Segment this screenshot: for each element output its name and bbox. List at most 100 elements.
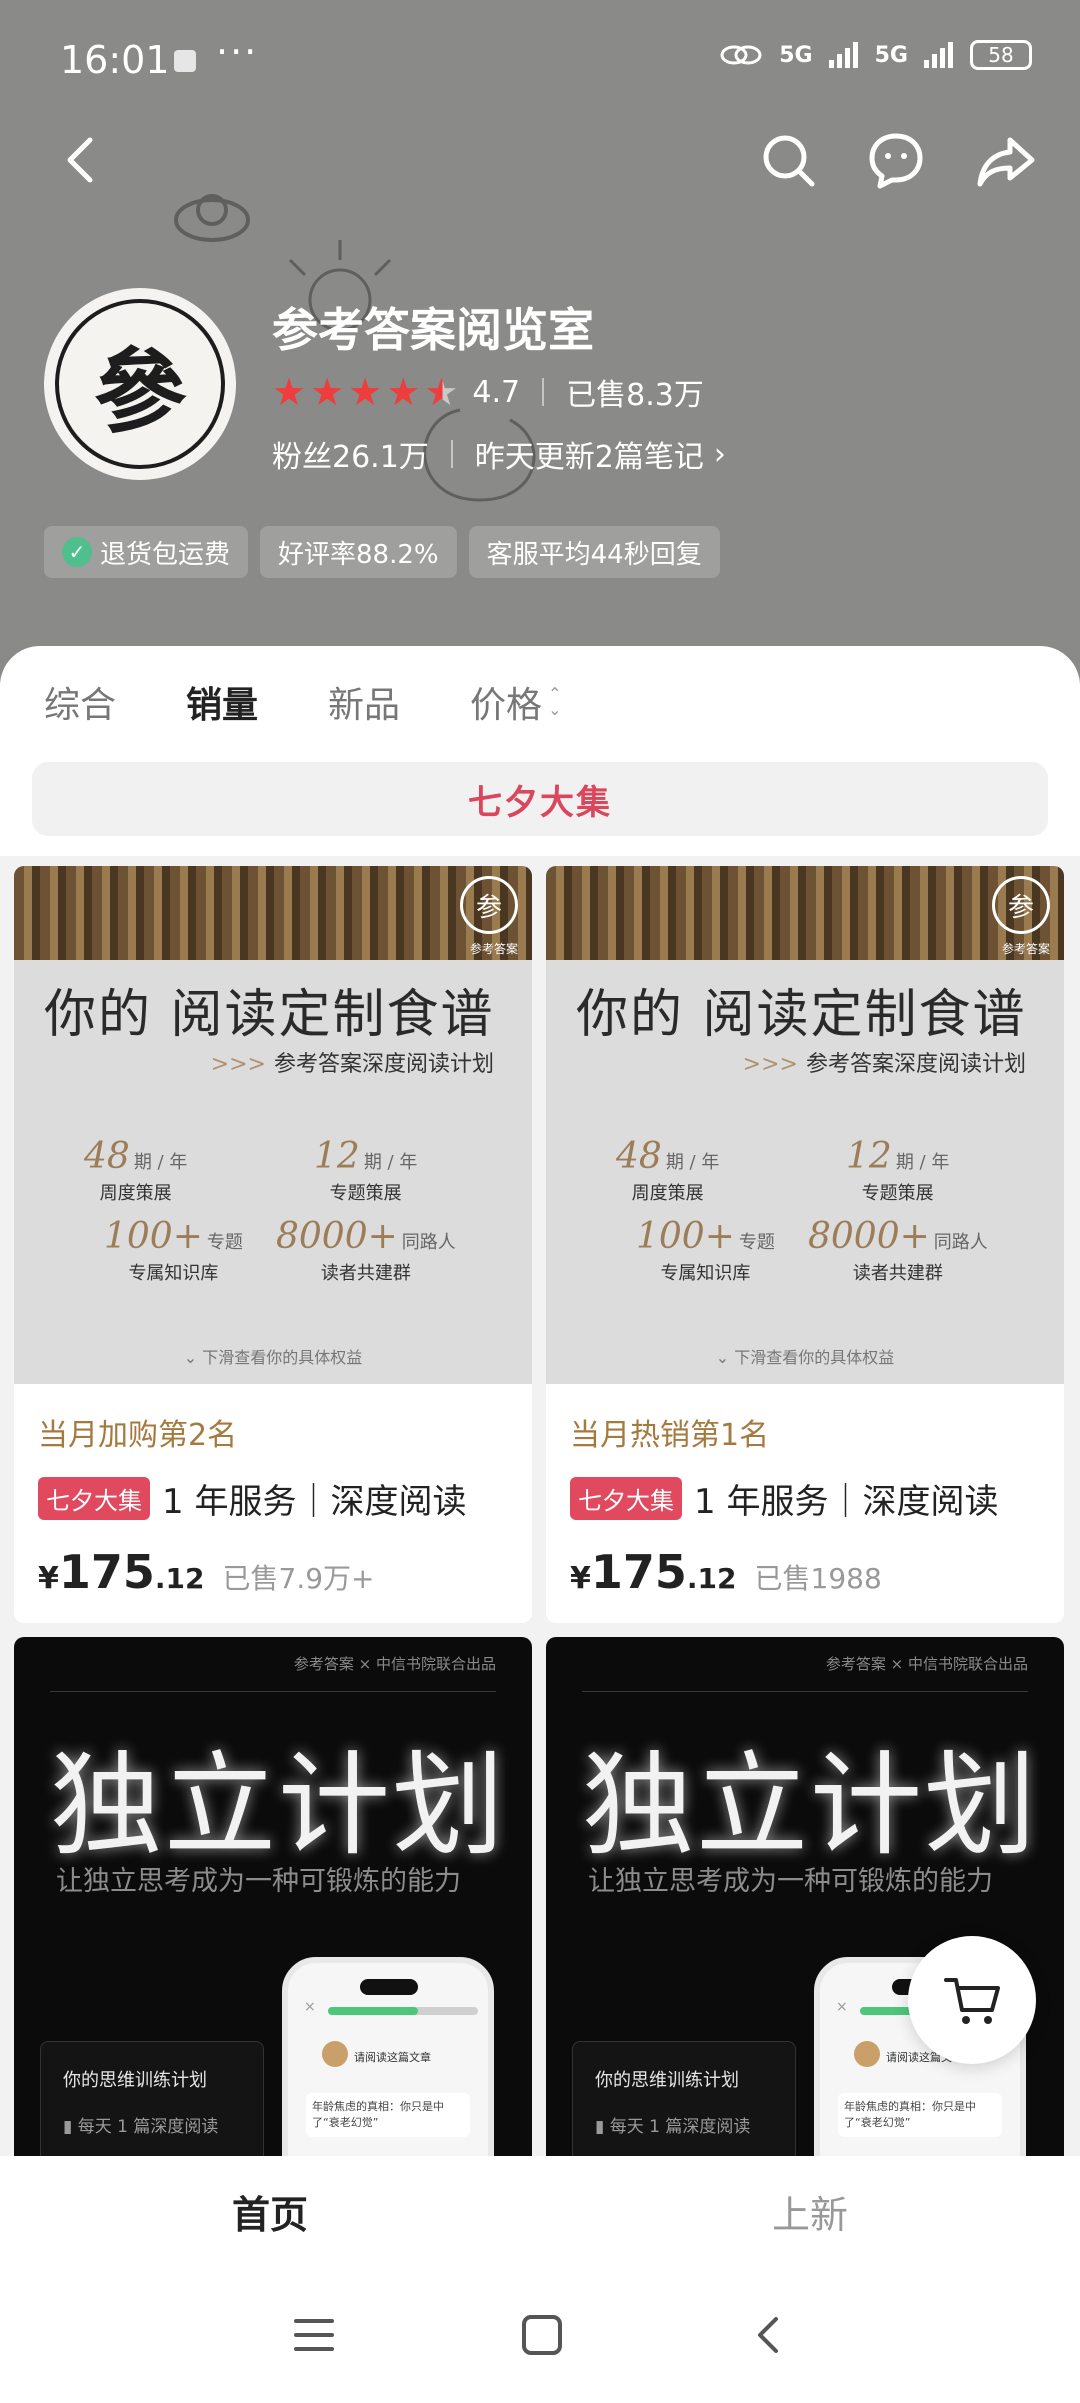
tab-new[interactable]: 新品 bbox=[328, 676, 400, 728]
promo-bar[interactable]: 七夕大集 bbox=[32, 762, 1048, 836]
phone-heading: 请阅读这篇文章 bbox=[354, 2051, 431, 2064]
back-arrow-icon[interactable] bbox=[52, 130, 112, 190]
shop-sold: 已售8.3万 bbox=[566, 378, 704, 413]
product-info: 当月热销第1名 七夕大集 1 年服务｜深度阅读 ¥ 175 .12 已售1988 bbox=[546, 1384, 1064, 1623]
phone-text: 年龄焦虑的真相：你只是中了“衰老幻觉” bbox=[306, 2093, 470, 2137]
battery-icon: 58 bbox=[970, 40, 1032, 70]
brand-logo: 参 bbox=[992, 876, 1050, 934]
brand-logo: 参 bbox=[460, 876, 518, 934]
badge-good-rate[interactable]: 好评率88.2% bbox=[260, 526, 457, 578]
star-icon: ★ bbox=[386, 370, 421, 414]
half-star-icon: ★ bbox=[424, 370, 459, 414]
image-stat: 48 期 / 年周度策展 bbox=[616, 1136, 720, 1204]
chevron-right-icon: › bbox=[713, 436, 726, 472]
library-photo: 参 参考答案 bbox=[546, 866, 1064, 960]
product-grid: 参 参考答案 你的 阅读定制食谱 >>> 参考答案深度阅读计划 48 期 / 年周度… bbox=[14, 866, 1066, 2156]
system-nav-bar bbox=[0, 2266, 1080, 2403]
panel-top: 综合 销量 新品 价格 ⌃ ⌄ 七夕大集 bbox=[0, 646, 1080, 856]
price-decimal: .12 bbox=[686, 1562, 737, 1595]
image-top-text: 参考答案 × 中信书院联合出品 bbox=[825, 1655, 1028, 1673]
star-icon: ★ bbox=[310, 370, 345, 414]
image-stat: 12 期 / 年专题策展 bbox=[314, 1136, 418, 1204]
product-image[interactable]: 参 参考答案 你的 阅读定制食谱 >>> 参考答案深度阅读计划 48 期 / 年周度… bbox=[546, 866, 1064, 1384]
tab-new-arrivals[interactable]: 上新 bbox=[540, 2156, 1080, 2266]
bottom-tab-bar: 首页 上新 bbox=[0, 2156, 1080, 2266]
brand-logo-text: 参考答案 bbox=[1001, 942, 1050, 956]
product-title: 1 年服务｜深度阅读 bbox=[162, 1482, 467, 1522]
image-subtitle: 让独立思考成为一种可锻炼的能力 bbox=[588, 1866, 993, 1897]
image-title: 你的 阅读定制食谱 bbox=[44, 985, 495, 1045]
close-icon: × bbox=[836, 1999, 848, 2015]
home-square-icon[interactable] bbox=[520, 2313, 564, 2357]
shop-header: 16:01 ··· 5G 5G 58 參 参考答案阅览室 ★ ★ ★ ★ ★ 4… bbox=[0, 0, 1080, 700]
product-card[interactable]: 参考答案 × 中信书院联合出品 独立计划 让独立思考成为一种可锻炼的能力 你的思… bbox=[546, 1637, 1064, 2156]
sold-count: 已售1988 bbox=[754, 1562, 882, 1595]
progress-bar bbox=[328, 2007, 478, 2015]
chat-icon[interactable] bbox=[866, 130, 926, 190]
image-stat: 100+ 专题 专属知识库 bbox=[636, 1216, 775, 1284]
search-icon[interactable] bbox=[758, 130, 818, 190]
shop-name: 参考答案阅览室 bbox=[272, 303, 594, 357]
plan-card: 你的思维训练计划 ▮ 每天 1 篇深度阅读 bbox=[572, 2041, 796, 2156]
tab-sales[interactable]: 销量 bbox=[186, 676, 258, 728]
plan-title: 你的思维训练计划 bbox=[595, 2070, 739, 2091]
product-card[interactable]: 参考答案 × 中信书院联合出品 独立计划 让独立思考成为一种可锻炼的能力 你的思… bbox=[14, 1637, 532, 2156]
image-stat: 48 期 / 年周度策展 bbox=[84, 1136, 188, 1204]
cart-icon bbox=[944, 1978, 1000, 2024]
fans-row[interactable]: 粉丝26.1万 昨天更新2篇笔记 › bbox=[272, 432, 726, 476]
phone-text: 年龄焦虑的真相：你只是中了“衰老幻觉” bbox=[838, 2093, 1002, 2137]
product-info: 当月加购第2名 七夕大集 1 年服务｜深度阅读 ¥ 175 .12 已售7.9万… bbox=[14, 1384, 532, 1623]
image-stat: 12 期 / 年专题策展 bbox=[846, 1136, 950, 1204]
avatar bbox=[854, 2041, 880, 2067]
image-top-text: 参考答案 × 中信书院联合出品 bbox=[293, 1655, 496, 1673]
promo-tag: 七夕大集 bbox=[570, 1477, 682, 1520]
library-photo: 参 参考答案 bbox=[14, 866, 532, 960]
badge-free-return[interactable]: ✓ 退货包运费 bbox=[44, 526, 249, 578]
rank-label: 当月加购第2名 bbox=[38, 1418, 238, 1453]
currency: ¥ bbox=[38, 1561, 59, 1596]
product-title-row: 七夕大集 1 年服务｜深度阅读 bbox=[570, 1474, 1040, 1523]
image-footer: ⌄ 下滑查看你的具体权益 bbox=[183, 1348, 363, 1367]
product-panel: 综合 销量 新品 价格 ⌃ ⌄ 七夕大集 参 参考答案 你的 阅读定制食谱 >>>… bbox=[0, 646, 1080, 2156]
rating-row: ★ ★ ★ ★ ★ 4.7 已售8.3万 bbox=[272, 370, 704, 414]
tab-home[interactable]: 首页 bbox=[0, 2156, 540, 2266]
badge-service-reply[interactable]: 客服平均44秒回复 bbox=[468, 526, 720, 578]
divider bbox=[582, 1691, 1028, 1692]
product-image[interactable]: 参考答案 × 中信书院联合出品 独立计划 让独立思考成为一种可锻炼的能力 你的思… bbox=[14, 1637, 532, 2156]
star-icon: ★ bbox=[272, 370, 307, 414]
menu-icon[interactable] bbox=[292, 2315, 336, 2355]
price-decimal: .12 bbox=[154, 1562, 205, 1595]
status-right: 5G 5G 58 bbox=[719, 40, 1032, 70]
status-time: 16:01 bbox=[60, 38, 170, 82]
phone-notch bbox=[360, 1979, 418, 1995]
shop-logo: 參 bbox=[55, 299, 225, 469]
plan-title: 你的思维训练计划 bbox=[63, 2070, 207, 2091]
signal-5g-2: 5G bbox=[874, 42, 908, 68]
share-icon[interactable] bbox=[976, 130, 1036, 190]
notification-icon bbox=[174, 50, 196, 72]
notes-update[interactable]: 昨天更新2篇笔记 bbox=[475, 432, 704, 476]
more-notifications-icon: ··· bbox=[216, 30, 259, 74]
star-icon: ★ bbox=[348, 370, 383, 414]
image-title: 独立计划 bbox=[582, 1741, 1038, 1871]
sort-arrows-icon: ⌃ ⌄ bbox=[548, 684, 562, 719]
signal-bars-icon bbox=[828, 42, 858, 68]
close-icon: × bbox=[304, 1999, 316, 2015]
image-stat: 100+ 专题 专属知识库 bbox=[104, 1216, 243, 1284]
shop-avatar[interactable]: 參 bbox=[44, 288, 236, 480]
divider bbox=[542, 378, 545, 406]
service-badges: ✓ 退货包运费 好评率88.2% 客服平均44秒回复 bbox=[44, 526, 720, 578]
product-image[interactable]: 参 参考答案 你的 阅读定制食谱 >>> 参考答案深度阅读计划 48 期 / 年周度… bbox=[14, 866, 532, 1384]
tab-price[interactable]: 价格 ⌃ ⌄ bbox=[470, 676, 561, 728]
product-card[interactable]: 参 参考答案 你的 阅读定制食谱 >>> 参考答案深度阅读计划 48 期 / 年周度… bbox=[14, 866, 532, 1623]
product-image[interactable]: 参考答案 × 中信书院联合出品 独立计划 让独立思考成为一种可锻炼的能力 你的思… bbox=[546, 1637, 1064, 2156]
product-card[interactable]: 参 参考答案 你的 阅读定制食谱 >>> 参考答案深度阅读计划 48 期 / 年周度… bbox=[546, 866, 1064, 1623]
rank-label: 当月热销第1名 bbox=[570, 1418, 770, 1453]
phone-mockup: × 请阅读这篇文章 年龄焦虑的真相：你只是中了“衰老幻觉” bbox=[282, 1957, 494, 2156]
image-subtitle: >>> 参考答案深度阅读计划 bbox=[742, 1052, 1026, 1077]
cart-button[interactable] bbox=[908, 1936, 1036, 2064]
system-back-icon[interactable] bbox=[748, 2313, 788, 2357]
image-stat: 8000+ 同路人 读者共建群 bbox=[276, 1216, 456, 1284]
signal-bars-icon-2 bbox=[924, 42, 953, 68]
tab-comprehensive[interactable]: 综合 bbox=[44, 676, 116, 728]
